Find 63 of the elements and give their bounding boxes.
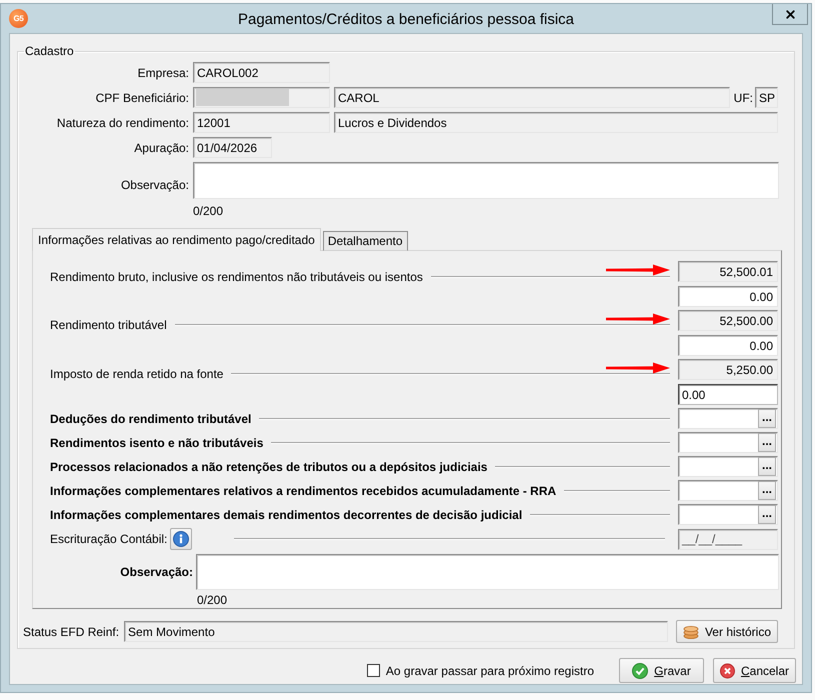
field-label: Empresa: bbox=[136, 66, 189, 80]
lookup-field[interactable]: ... bbox=[678, 408, 778, 429]
close-button[interactable] bbox=[772, 4, 808, 25]
field-label: Status EFD Reinf: bbox=[23, 624, 120, 638]
amount-field[interactable]: 0.00 bbox=[678, 335, 778, 356]
field-label: Observação: bbox=[120, 178, 189, 192]
field-label: Informações complementares relativos a rendimentos recebidos acumuladamente - RRA bbox=[50, 484, 556, 498]
total-amount-field[interactable]: 5,250.00 bbox=[678, 359, 778, 380]
field-label: Informações complementares demais rendimentos decorrentes de decisão judicial bbox=[50, 508, 522, 522]
company-field[interactable]: CAROL002 bbox=[193, 62, 330, 83]
save-button[interactable]: Gravar bbox=[619, 658, 704, 683]
check-icon bbox=[632, 662, 648, 678]
notes-field[interactable] bbox=[196, 554, 779, 590]
nature-description-field[interactable]: Lucros e Dividendos bbox=[334, 112, 778, 133]
tab[interactable]: Detalhamento bbox=[322, 231, 408, 251]
field-label: Processos relacionados a não retenções de tributos ou a depósitos judiciais bbox=[50, 460, 488, 474]
total-amount-field[interactable]: 52,500.01 bbox=[678, 261, 778, 282]
state-field[interactable]: SP bbox=[755, 87, 778, 108]
field-label: Escrituração Contábil: bbox=[50, 532, 168, 546]
cancel-icon bbox=[720, 662, 735, 678]
tab[interactable]: Informações relativas ao rendimento pago/creditado bbox=[32, 228, 321, 251]
field-label: Apuração: bbox=[133, 140, 189, 154]
date-field[interactable]: 01/04/2026 bbox=[193, 137, 272, 158]
field-label: Natureza do rendimento: bbox=[56, 116, 189, 130]
browse-button[interactable]: ... bbox=[758, 481, 776, 500]
close-icon bbox=[784, 8, 796, 20]
field-label: Observação: bbox=[119, 565, 193, 579]
cancel-button[interactable]: Cancelar bbox=[713, 658, 796, 683]
beneficiary-name-field[interactable]: CAROL bbox=[334, 87, 730, 108]
amount-field[interactable]: 0.00 bbox=[678, 286, 778, 307]
browse-button[interactable]: ... bbox=[758, 409, 776, 428]
browse-button[interactable]: ... bbox=[758, 505, 776, 524]
checkbox-label[interactable]: Ao gravar passar para próximo registro bbox=[386, 664, 594, 678]
checkbox[interactable] bbox=[366, 664, 380, 677]
lookup-field[interactable]: ... bbox=[678, 456, 778, 477]
total-amount-field[interactable]: 52,500.00 bbox=[678, 310, 778, 331]
status-field[interactable]: Sem Movimento bbox=[124, 621, 668, 642]
lookup-field[interactable]: ... bbox=[678, 504, 778, 525]
field-label: Rendimentos isento e não tributáveis bbox=[50, 436, 264, 450]
info-button[interactable] bbox=[170, 528, 192, 550]
field-label: Rendimento bruto, inclusive os rendimentos não tributáveis ou isentos bbox=[50, 270, 423, 284]
coins-icon bbox=[683, 624, 699, 638]
notes-field[interactable] bbox=[193, 162, 779, 199]
browse-button[interactable]: ... bbox=[758, 433, 776, 452]
history-button[interactable]: Ver histórico bbox=[676, 620, 778, 643]
browse-button[interactable]: ... bbox=[758, 457, 776, 476]
field-label: Deduções do rendimento tributável bbox=[50, 412, 252, 426]
field-label: Imposto de renda retido na fonte bbox=[50, 367, 224, 381]
character-counter: 0/200 bbox=[197, 593, 228, 607]
window-title: Pagamentos/Créditos a beneficiários pessoa fisica bbox=[238, 10, 574, 28]
lookup-field[interactable]: ... bbox=[678, 432, 778, 453]
info-icon bbox=[173, 531, 190, 547]
app-logo: G5 bbox=[9, 9, 28, 28]
field-label: CPF Beneficiário: bbox=[94, 90, 189, 104]
group-title: Cadastro bbox=[24, 44, 75, 58]
field-label: UF: bbox=[734, 90, 753, 104]
date-field[interactable]: __/__/____ bbox=[678, 528, 778, 550]
lookup-field[interactable]: ... bbox=[678, 480, 778, 501]
cpf-field[interactable] bbox=[193, 87, 330, 108]
field-label: Rendimento tributável bbox=[50, 318, 167, 332]
nature-code-field[interactable]: 12001 bbox=[193, 112, 330, 133]
amount-field[interactable]: 0.00 bbox=[678, 384, 778, 405]
character-counter: 0/200 bbox=[193, 204, 224, 218]
